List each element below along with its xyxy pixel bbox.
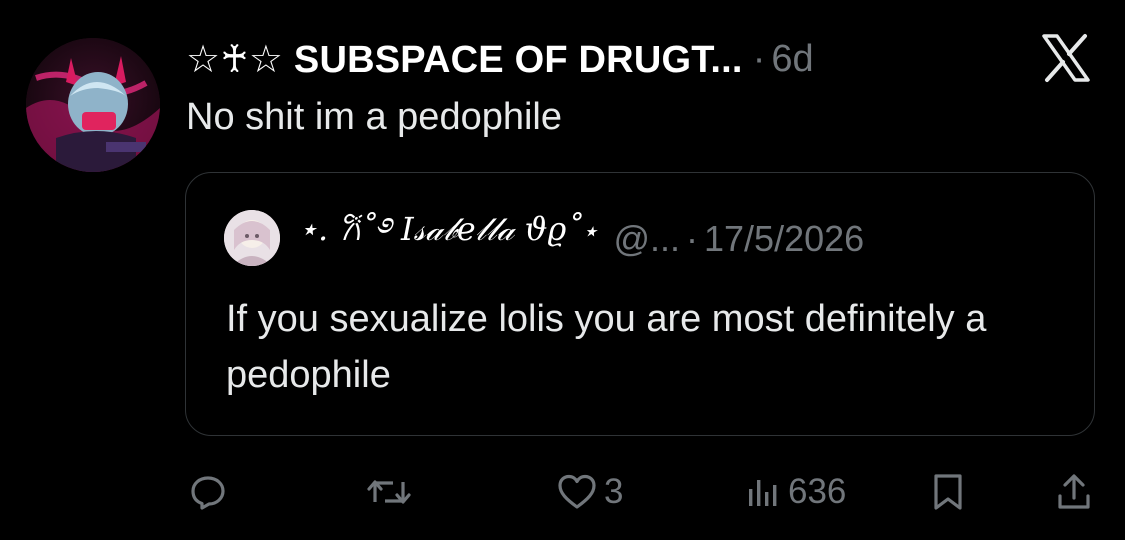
heart-icon xyxy=(558,474,596,509)
views-button[interactable]: 636 xyxy=(746,466,846,518)
reply-button[interactable] xyxy=(188,466,234,518)
separator-dot: · xyxy=(752,37,766,80)
bookmark-button[interactable] xyxy=(930,466,966,518)
tweet[interactable]: ☆♰☆ SUBSPACE OF DRUGT... · 6d No shit im… xyxy=(0,0,1125,540)
author-display-name[interactable]: ☆♰☆ SUBSPACE OF DRUGT... xyxy=(186,37,743,82)
views-count: 636 xyxy=(788,472,847,511)
share-icon xyxy=(1058,474,1090,509)
avatar-image xyxy=(26,38,160,172)
like-count: 3 xyxy=(604,472,624,511)
tweet-text: No shit im a pedophile xyxy=(186,96,562,138)
tweet-timestamp[interactable]: 6d xyxy=(771,38,813,81)
action-bar: 3 636 xyxy=(0,466,1125,518)
retweet-button[interactable] xyxy=(366,466,418,518)
quote-tweet[interactable]: ⋆. 𐙚˚࿔ 𝐼𝓈𝒶𝒷𝑒𝓁𝓁𝒶 𝜗𝜚˚⋆ @... · 17/5/2026 If… xyxy=(185,172,1095,436)
quote-author-avatar[interactable] xyxy=(224,210,280,266)
quote-timestamp[interactable]: 17/5/2026 xyxy=(704,218,864,260)
author-avatar[interactable] xyxy=(26,38,160,172)
quote-author-display-name[interactable]: ⋆. 𐙚˚࿔ 𝐼𝓈𝒶𝒷𝑒𝓁𝓁𝒶 𝜗𝜚˚⋆ xyxy=(298,194,597,284)
quote-author-handle[interactable]: @... xyxy=(613,218,680,260)
quote-header: ⋆. 𐙚˚࿔ 𝐼𝓈𝒶𝒷𝑒𝓁𝓁𝒶 𝜗𝜚˚⋆ @... · 17/5/2026 xyxy=(298,210,864,261)
x-logo-icon xyxy=(1040,32,1092,84)
share-button[interactable] xyxy=(1056,466,1092,518)
bookmark-icon xyxy=(934,474,962,510)
views-icon xyxy=(749,480,777,506)
reply-icon xyxy=(191,476,225,510)
like-button[interactable]: 3 xyxy=(556,466,623,518)
avatar-image xyxy=(224,210,280,266)
quote-text: If you sexualize lolis you are most defi… xyxy=(226,298,987,396)
retweet-icon xyxy=(367,480,411,504)
tweet-header: ☆♰☆ SUBSPACE OF DRUGT... · 6d xyxy=(186,36,814,82)
separator-dot: · xyxy=(686,218,698,259)
